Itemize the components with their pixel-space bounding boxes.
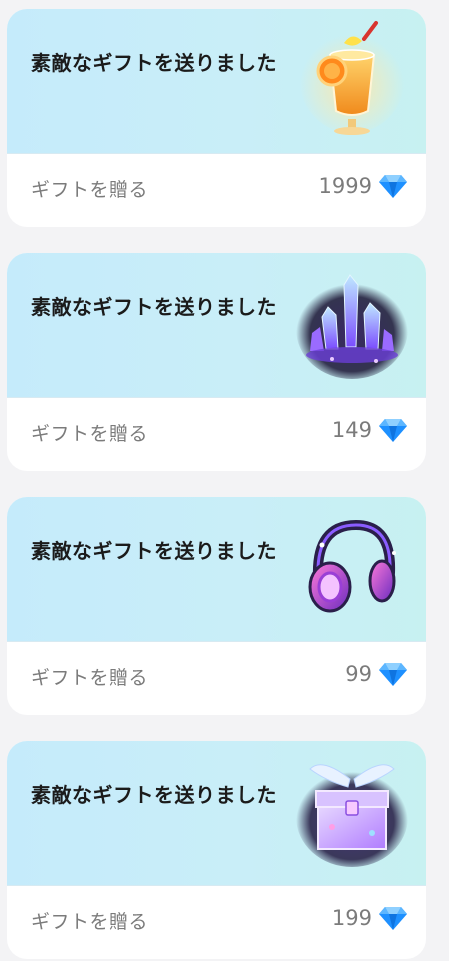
gift-price: 1999 [319,173,408,199]
gift-card[interactable]: 素敵なギフトを送りました ギフトを贈る [7,9,426,227]
gift-card[interactable]: 素敵なギフトを送りました ギフトを贈る 99 [7,497,426,715]
price-value: 1999 [318,174,372,198]
gift-card-header: 素敵なギフトを送りました [7,497,426,641]
divider [7,153,426,154]
gift-card-title: 素敵なギフトを送りました [31,783,277,807]
diamond-icon [379,663,407,686]
gift-card-header: 素敵なギフトを送りました [7,741,426,885]
price-value: 199 [331,906,372,930]
divider [7,641,426,642]
gift-card[interactable]: 素敵なギフトを送りました ギフトを贈る 149 [7,253,426,471]
send-gift-link[interactable]: ギフトを贈る [31,907,148,934]
gift-card-title: 素敵なギフトを送りました [31,51,277,75]
gift-card-title: 素敵なギフトを送りました [31,539,277,563]
gift-card[interactable]: 素敵なギフトを送りました ギフトを贈る [7,741,426,959]
divider [7,397,426,398]
headphones-icon [308,519,396,613]
gift-card-title: 素敵なギフトを送りました [31,295,277,319]
gift-price: 199 [332,905,408,931]
send-gift-link[interactable]: ギフトを贈る [31,663,148,690]
diamond-icon [379,175,407,198]
cocktail-drink-icon [300,21,404,135]
gift-card-header: 素敵なギフトを送りました [7,9,426,153]
gift-price: 149 [332,417,408,443]
divider [7,885,426,886]
price-value: 149 [331,418,372,442]
crystal-cluster-icon [296,274,408,379]
diamond-icon [379,907,407,930]
price-value: 99 [345,662,372,686]
winged-treasure-chest-icon [296,764,408,867]
send-gift-link[interactable]: ギフトを贈る [31,419,148,446]
diamond-icon [379,419,407,442]
gift-card-header: 素敵なギフトを送りました [7,253,426,397]
send-gift-link[interactable]: ギフトを贈る [31,175,148,202]
gift-price: 99 [345,661,408,687]
